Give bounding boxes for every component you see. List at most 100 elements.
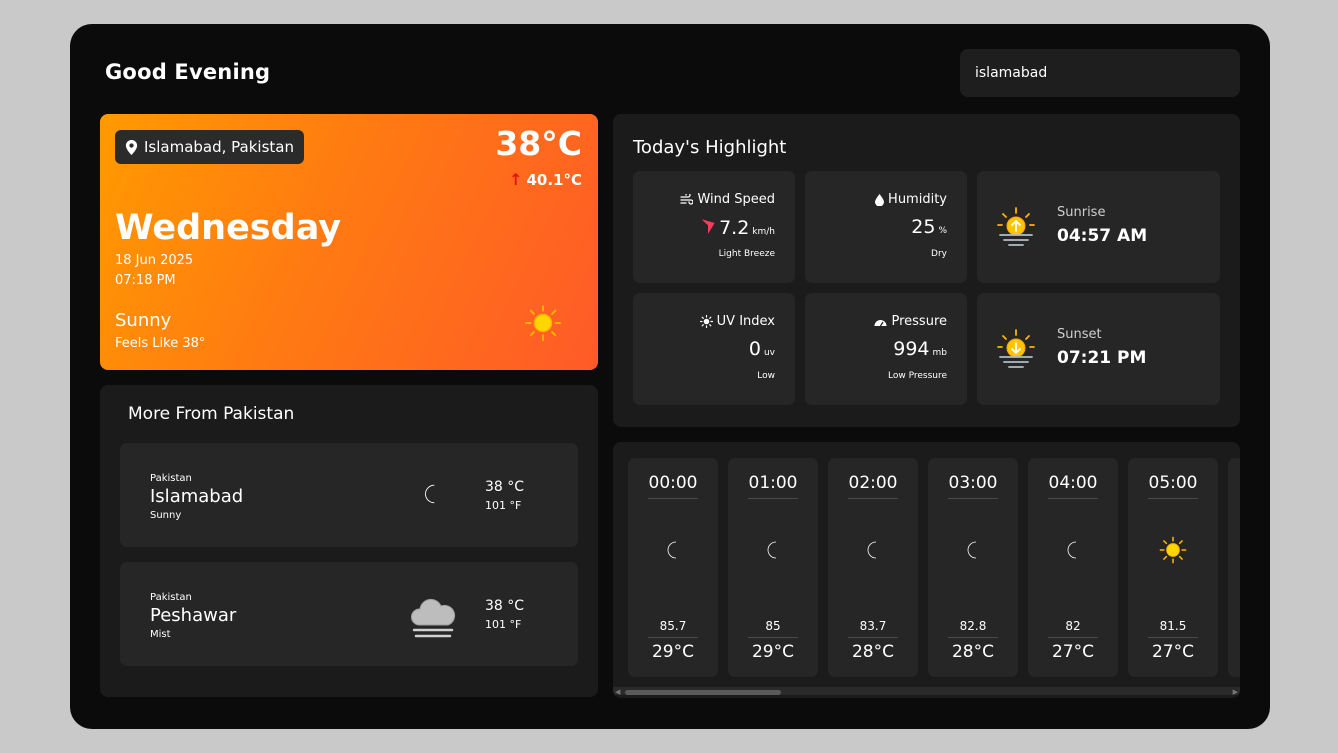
highlight-title: Today's Highlight [633, 137, 787, 158]
wind-unit: km/h [752, 227, 775, 237]
pressure-value: 994 [893, 338, 930, 360]
pressure-desc: Low Pressure [887, 371, 947, 381]
feels-like: Feels Like 38° [115, 336, 206, 351]
wind-value: 7.2 [719, 217, 750, 239]
pressure-value-row: 994 mb [893, 338, 947, 360]
city-country: Pakistan [150, 592, 192, 603]
pressure-label-row: Pressure [874, 314, 947, 329]
humidity-unit: % [938, 226, 947, 236]
humidity-label-row: Humidity [875, 192, 947, 207]
sunrise-label: Sunrise [1057, 205, 1106, 220]
moon-icon [667, 541, 677, 559]
moon-icon [867, 541, 877, 559]
divider [1048, 637, 1098, 638]
hour-temp: 27°C [1151, 642, 1194, 662]
divider [1048, 498, 1098, 499]
sunrise-value: 04:57 AM [1057, 226, 1148, 246]
divider [748, 637, 798, 638]
uv-unit: uv [763, 348, 775, 358]
pressure-label: Pressure [891, 314, 947, 329]
location-label: Islamabad, Pakistan [144, 138, 294, 156]
hour-value: 85.7 [659, 619, 687, 633]
hour-temp: 29°C [651, 642, 694, 662]
wind-speed-card: Wind Speed 7.2 km/h Light Breeze [633, 171, 795, 283]
scroll-right-icon[interactable]: ▶ [1233, 688, 1238, 696]
droplet-icon [875, 193, 885, 206]
sunset-card: Sunset 07:21 PM [977, 293, 1220, 405]
hour-card: 00:00 85.7 29°C [628, 458, 718, 677]
sunset-value: 07:21 PM [1057, 348, 1147, 368]
wind-label-row: Wind Speed [680, 192, 775, 207]
uv-label: UV Index [716, 314, 775, 329]
gauge-icon [874, 319, 887, 326]
hour-temp: 29°C [751, 642, 794, 662]
max-temp-value: 40.1°C [526, 170, 582, 189]
city-temp-c: 38 °C [485, 479, 525, 495]
location-pill[interactable]: Islamabad, Pakistan [115, 130, 304, 164]
humidity-value: 25 [911, 216, 936, 238]
current-temp: 38°C [495, 124, 582, 163]
hour-time: 05:00 [1148, 473, 1198, 493]
city-temp-f: 101 °F [485, 499, 522, 512]
hour-value: 85 [765, 619, 781, 633]
hour-card: 04:00 82 27°C [1028, 458, 1118, 677]
hour-temp: 27°C [1051, 642, 1094, 662]
hour-value: 81.5 [1159, 619, 1187, 633]
hour-temp: 28°C [851, 642, 894, 662]
divider [648, 637, 698, 638]
pressure-unit: mb [932, 348, 947, 358]
hour-card: 03:00 82.8 28°C [928, 458, 1018, 677]
city-card-peshawar[interactable]: Pakistan Peshawar Mist 38 °C 101 °F [120, 562, 578, 666]
scrollbar-thumb[interactable] [625, 690, 781, 695]
divider [848, 498, 898, 499]
city-condition: Mist [150, 629, 171, 640]
wind-desc: Light Breeze [718, 249, 775, 259]
hour-card-partial [1228, 458, 1240, 677]
scroll-left-icon[interactable]: ◀ [615, 688, 620, 696]
sunrise-card: Sunrise 04:57 AM [977, 171, 1220, 283]
sun-icon [524, 304, 562, 342]
divider [848, 637, 898, 638]
arrow-up-icon: ↑ [509, 170, 523, 189]
city-name: Islamabad [150, 486, 244, 507]
moon-icon [967, 541, 977, 559]
hour-time: 01:00 [748, 473, 798, 493]
humidity-desc: Dry [931, 249, 947, 259]
hour-time: 00:00 [648, 473, 698, 493]
more-from-country-panel: More From Pakistan Pakistan Islamabad Su… [100, 385, 598, 697]
moon-icon [1067, 541, 1077, 559]
hour-card: 01:00 85 29°C [728, 458, 818, 677]
city-card-islamabad[interactable]: Pakistan Islamabad Sunny 38 °C 101 °F [120, 443, 578, 547]
todays-highlight-panel: Today's Highlight Wind Speed 7.2 km/h Li… [613, 114, 1240, 427]
wind-direction-icon [702, 219, 715, 234]
city-name: Peshawar [150, 605, 237, 626]
hour-temp: 28°C [951, 642, 994, 662]
condition: Sunny [115, 310, 172, 331]
hour-time: 04:00 [1048, 473, 1098, 493]
divider [648, 498, 698, 499]
app-window: Good Evening Islamabad, Pakistan 38°C ↑ … [70, 24, 1270, 729]
search-input[interactable] [960, 49, 1240, 97]
sunrise-icon [997, 207, 1035, 246]
wind-value-row: 7.2 km/h [702, 216, 775, 239]
humidity-value-row: 25 % [911, 216, 947, 238]
divider [1148, 498, 1198, 499]
location-pin-icon [125, 139, 138, 155]
more-title: More From Pakistan [128, 404, 295, 424]
hour-card: 02:00 83.7 28°C [828, 458, 918, 677]
hour-time: 03:00 [948, 473, 998, 493]
city-temp-c: 38 °C [485, 598, 525, 614]
divider [748, 498, 798, 499]
moon-icon [425, 484, 435, 504]
greeting: Good Evening [105, 60, 271, 84]
city-condition: Sunny [150, 510, 182, 521]
uv-sun-icon [699, 315, 713, 328]
city-temp-f: 101 °F [485, 618, 522, 631]
current-weather-card: Islamabad, Pakistan 38°C ↑ 40.1°C Wednes… [100, 114, 598, 370]
wind-label: Wind Speed [697, 192, 775, 207]
moon-icon [767, 541, 777, 559]
uv-label-row: UV Index [699, 314, 775, 329]
day-name: Wednesday [115, 208, 342, 248]
hourly-forecast-strip[interactable]: 00:00 85.7 29°C 01:00 85 29°C 02:00 83.7… [613, 442, 1240, 698]
humidity-card: Humidity 25 % Dry [805, 171, 967, 283]
